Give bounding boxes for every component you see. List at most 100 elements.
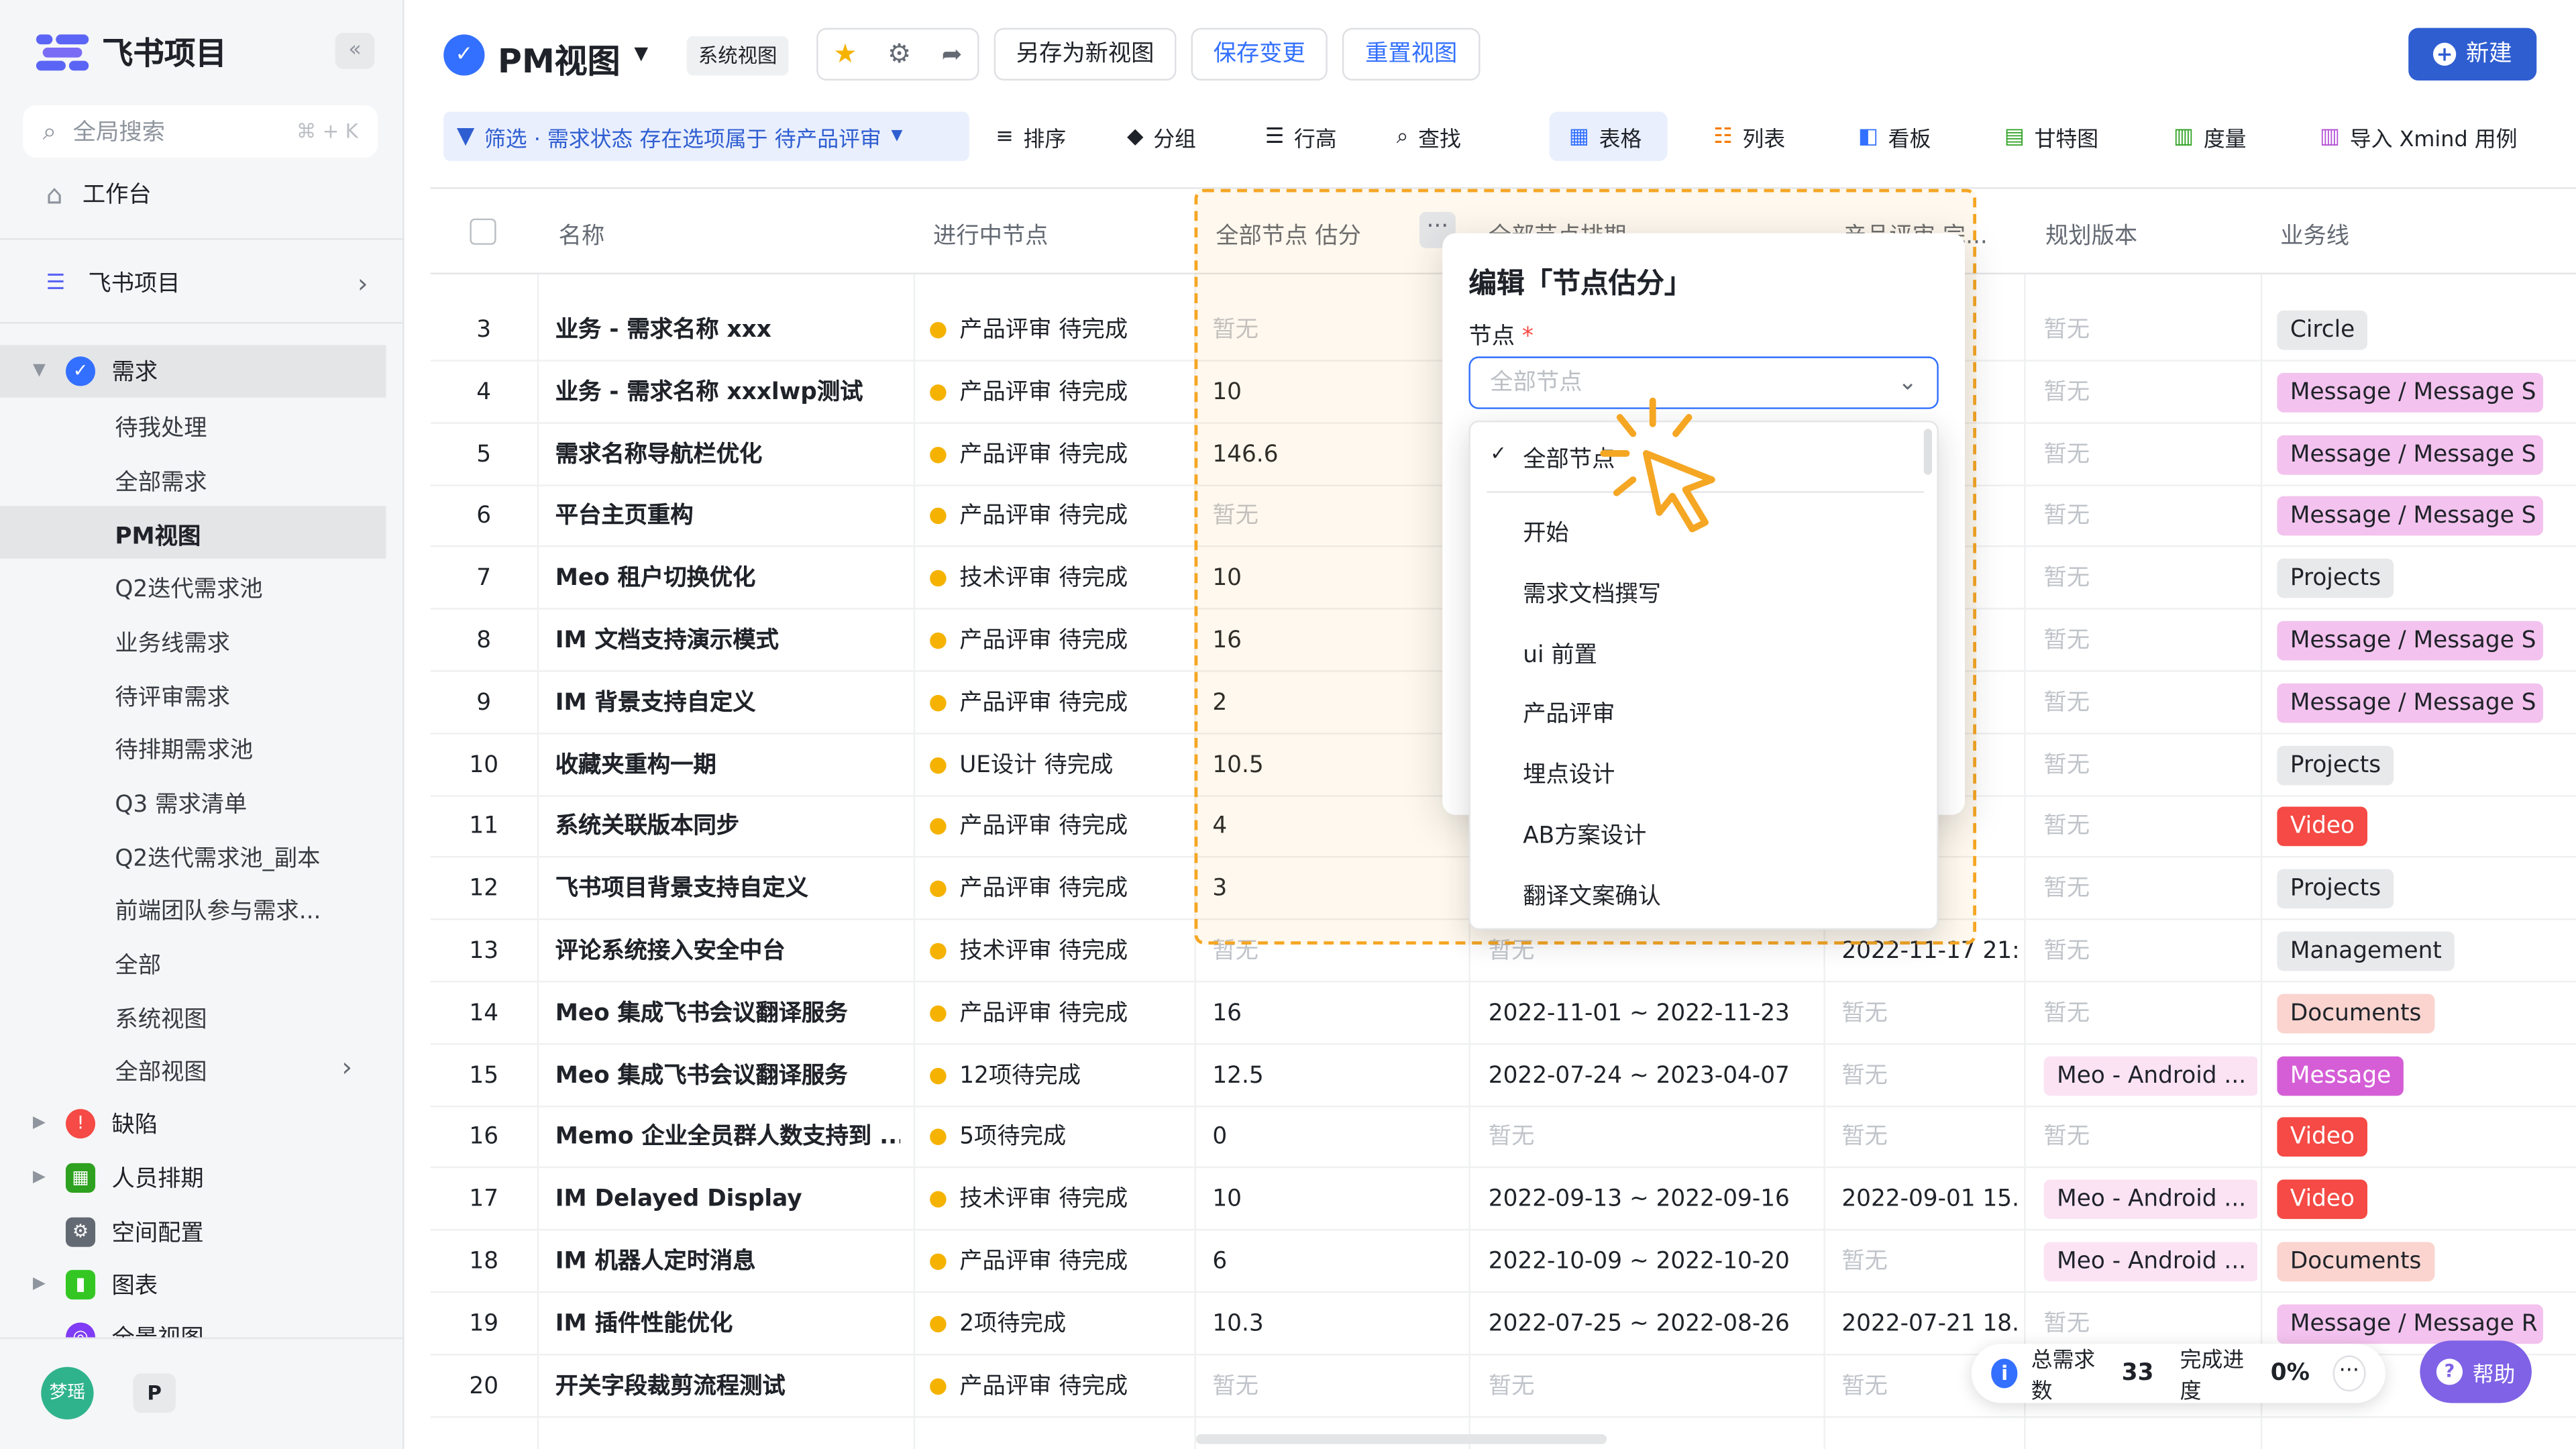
collapse-sidebar-icon[interactable]: « <box>335 32 375 69</box>
kanban-view-tab[interactable]: ◧ 看板 <box>1858 112 1931 161</box>
sort-button[interactable]: ≡ 排序 <box>996 112 1066 161</box>
more-icon[interactable]: ··· <box>2332 1355 2366 1392</box>
dropdown-option[interactable]: 产品评审 <box>1523 696 1615 729</box>
caret-right-icon[interactable]: ▶ <box>33 1275 46 1293</box>
find-button[interactable]: ⌕ 查找 <box>1397 112 1461 161</box>
status-dot-icon <box>930 446 947 463</box>
metric-view-tab[interactable]: ▥ 度量 <box>2174 112 2247 161</box>
import-xmind-button[interactable]: ▥ 导入 Xmind 用例 <box>2320 112 2517 161</box>
column-header-name[interactable]: 名称 <box>559 219 605 252</box>
cell-name[interactable]: 业务 - 需求名称 xxxlwp测试 <box>555 361 900 423</box>
column-header-node[interactable]: 进行中节点 <box>933 219 1048 252</box>
table-row[interactable]: 15 Meo 集成飞书会议翻译服务 12项待完成 12.5 2022-07-24 ~ 2… <box>430 1044 2576 1107</box>
workspace-avatar[interactable]: P <box>133 1373 176 1413</box>
view-item[interactable]: 待我处理 <box>115 411 207 443</box>
system-view-badge: 系统视图 <box>686 36 789 76</box>
view-item[interactable]: 全部需求 <box>115 465 207 498</box>
dropdown-option[interactable]: 开始 <box>1523 516 1569 549</box>
sort-label: 排序 <box>1023 127 1067 152</box>
user-avatar[interactable]: 梦瑶 <box>41 1366 94 1419</box>
group-button[interactable]: ◆ 分组 <box>1127 112 1196 161</box>
view-item[interactable]: Q3 需求清单 <box>115 787 247 820</box>
view-item[interactable]: 待评审需求 <box>115 680 229 713</box>
table-row[interactable]: 18 IM 机器人定时消息 产品评审 待完成 6 2022-10-09 ~ 2022-1… <box>430 1230 2576 1293</box>
module-panorama[interactable]: ◎ 全景视图 <box>65 1321 404 1338</box>
view-item[interactable]: 全部 <box>115 948 161 981</box>
page-title[interactable]: PM视图 <box>498 34 621 82</box>
cell-name[interactable]: Meo 集成飞书会议翻译服务 <box>555 1044 900 1107</box>
column-header-version[interactable]: 规划版本 <box>2045 219 2137 252</box>
module-schedule[interactable]: ▦ 人员排期 <box>65 1161 470 1194</box>
view-item[interactable]: 前端团队参与需求... <box>115 894 321 926</box>
status-dot-icon <box>930 1067 947 1084</box>
space-requirements[interactable]: ✓ 需求 <box>65 355 470 388</box>
view-item[interactable]: 待排期需求池 <box>115 733 253 765</box>
list-view-tab[interactable]: ☷ 列表 <box>1713 112 1785 161</box>
caret-right-icon[interactable]: ▶ <box>33 1168 46 1186</box>
nav-project[interactable]: ☰ 飞书项目 › <box>46 266 368 299</box>
cell-name[interactable]: Meo 租户切换优化 <box>555 547 900 610</box>
nav-workbench[interactable]: ⌂ 工作台 <box>46 177 450 210</box>
share-icon[interactable]: ➦ <box>942 30 963 78</box>
cell-name[interactable]: 开关字段裁剪流程测试 <box>555 1354 900 1417</box>
gear-icon[interactable]: ⚙ <box>888 30 911 78</box>
horizontal-scrollbar[interactable] <box>1195 1434 1607 1444</box>
view-item[interactable]: Q2迭代需求池_副本 <box>115 841 320 874</box>
new-button[interactable]: + 新建 <box>2408 28 2537 81</box>
cell-name[interactable]: IM 插件性能优化 <box>555 1293 900 1355</box>
filter-chip[interactable]: ▼ 筛选 · 需求状态 存在选项属于 待产品评审 ▼ <box>443 111 969 162</box>
cell-name[interactable]: 评论系统接入安全中台 <box>555 920 900 982</box>
caret-right-icon[interactable]: ▶ <box>33 1114 46 1132</box>
view-item[interactable]: 业务线需求 <box>115 626 229 659</box>
dropdown-option[interactable]: 埋点设计 <box>1523 757 1615 790</box>
cell-text: 2022-07-25 ~ 2022-08-26 <box>1488 1310 1790 1337</box>
save-button[interactable]: 保存变更 <box>1191 28 1328 81</box>
chevron-right-icon[interactable]: › <box>341 1051 352 1083</box>
caret-down-icon[interactable]: ▼ <box>33 362 46 380</box>
column-header-business[interactable]: 业务线 <box>2280 219 2349 252</box>
reset-button[interactable]: 重置视图 <box>1342 28 1481 81</box>
help-button[interactable]: ? 帮助 <box>2420 1340 2532 1403</box>
gantt-view-tab[interactable]: ▤ 甘特图 <box>2004 112 2098 161</box>
view-item-pm[interactable]: PM视图 <box>115 519 201 552</box>
cell-name[interactable]: IM 机器人定时消息 <box>555 1230 900 1293</box>
view-item[interactable]: 系统视图 <box>115 1002 207 1035</box>
dropdown-option[interactable]: 需求文档撰写 <box>1523 577 1661 610</box>
cell-text: 18 <box>469 1248 499 1275</box>
global-search[interactable]: ⌕ 全局搜索 ⌘ + K <box>23 105 378 158</box>
dropdown-option[interactable]: AB方案设计 <box>1523 818 1646 851</box>
view-item-all-views[interactable]: 全部视图 <box>115 1055 207 1087</box>
node-text: 产品评审 待完成 <box>959 627 1128 654</box>
cell-name[interactable]: 系统关联版本同步 <box>555 796 900 858</box>
caret-down-icon[interactable]: ▼ <box>634 43 648 64</box>
dropdown-scrollbar[interactable] <box>1923 429 1933 475</box>
table-row[interactable]: 16 Memo 企业全员群人数支持到 ... 5项待完成 0 暂无 暂无 暂无 Video <box>430 1106 2576 1169</box>
cell-name[interactable]: IM Delayed Display <box>555 1169 900 1231</box>
cell-name[interactable]: 平台主页重构 <box>555 485 900 547</box>
cell-node: 产品评审 待完成 <box>930 672 1193 734</box>
dropdown-option[interactable]: ui 前置 <box>1523 637 1597 670</box>
cell-name[interactable]: Memo 企业全员群人数支持到 ... <box>555 1106 900 1169</box>
module-config[interactable]: ⚙ 空间配置 <box>65 1216 470 1248</box>
row-height-button[interactable]: ☰ 行高 <box>1265 112 1337 161</box>
cell-name[interactable]: IM 背景支持自定义 <box>555 672 900 734</box>
cell-name[interactable]: 业务 - 需求名称 xxx <box>555 299 900 362</box>
view-item[interactable]: Q2迭代需求池 <box>115 572 262 604</box>
cell-text: Meo 集成飞书会议翻译服务 <box>555 1062 848 1089</box>
cell-name[interactable]: IM 文档支持演示模式 <box>555 610 900 672</box>
table-row[interactable]: 14 Meo 集成飞书会议翻译服务 产品评审 待完成 16 2022-11-01 ~ 2… <box>430 982 2576 1045</box>
cell-name[interactable]: 飞书项目背景支持自定义 <box>555 858 900 920</box>
cell-name[interactable]: 需求名称导航栏优化 <box>555 423 900 486</box>
table-view-tab[interactable]: ▦ 表格 <box>1549 111 1668 162</box>
select-all-checkbox[interactable] <box>470 218 496 245</box>
module-defect[interactable]: ! 缺陷 <box>65 1108 470 1140</box>
app-logo[interactable]: 飞书项目 <box>36 30 227 74</box>
save-as-button[interactable]: 另存为新视图 <box>994 28 1177 81</box>
table-row[interactable]: 17 IM Delayed Display 技术评审 待完成 10 2022-09-13… <box>430 1169 2576 1231</box>
cell-text: Meo 租户切换优化 <box>555 565 756 592</box>
cell-name[interactable]: 收藏夹重构一期 <box>555 734 900 796</box>
star-icon[interactable]: ★ <box>833 30 857 78</box>
dropdown-option[interactable]: 翻译文案确认 <box>1523 879 1661 912</box>
cell-name[interactable]: Meo 集成飞书会议翻译服务 <box>555 982 900 1044</box>
module-chart[interactable]: ▮ 图表 <box>65 1269 470 1301</box>
